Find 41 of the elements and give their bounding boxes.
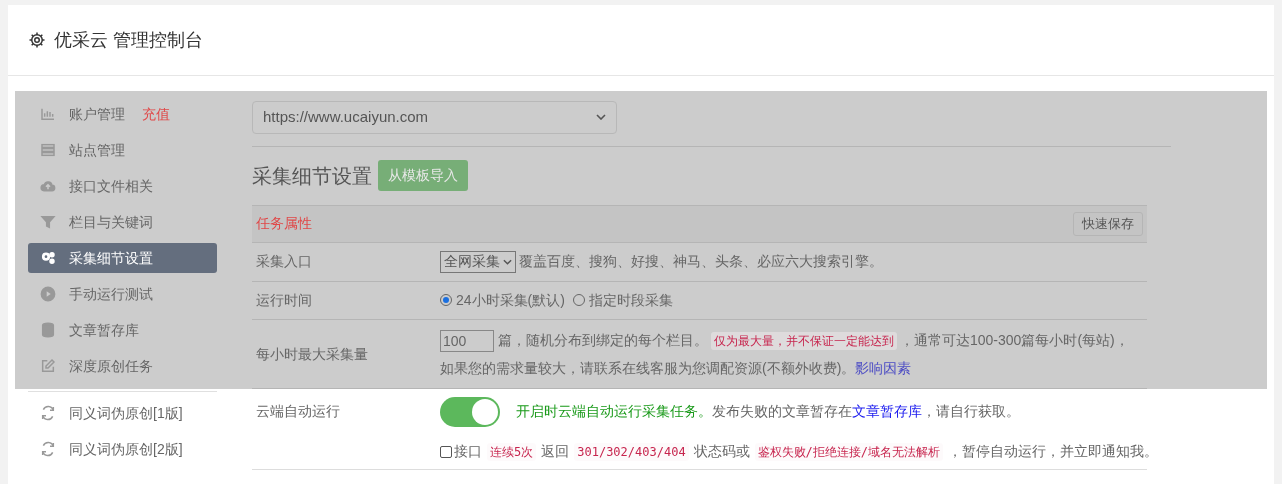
sidebar-item[interactable]: 同义词伪原创[1版] xyxy=(28,398,217,428)
toggle-description: 开启时云端自动运行采集任务。发布失败的文章暂存在文章暂存库，请自行获取。 xyxy=(516,402,1020,421)
code-tag: 仅为最大量，并不保证一定能达到 xyxy=(711,331,897,350)
field-label: 运行时间 xyxy=(255,290,313,310)
radio-label: 24小时采集(默认) xyxy=(456,290,565,310)
option-text: 接口 xyxy=(454,442,482,461)
field-note: 篇，随机分布到绑定的每个栏目。 xyxy=(498,331,708,350)
site-select[interactable]: https://www.ucaiyun.com xyxy=(252,101,617,134)
field-label: 云端自动运行 xyxy=(255,402,341,421)
sidebar-item[interactable]: 栏目与关键词 xyxy=(28,207,217,237)
section-title: 采集细节设置 xyxy=(252,163,372,189)
sidebar-item[interactable]: 接口文件相关 xyxy=(28,171,217,201)
sidebar-item[interactable]: 账户管理 充值 xyxy=(28,99,217,129)
sidebar-item[interactable]: 深度原创任务 xyxy=(28,351,217,381)
entry-select[interactable]: 全网采集 xyxy=(440,250,516,273)
option-text: ，暂停自动运行，并立即通知我。 xyxy=(948,442,1159,461)
sidebar-item[interactable]: 文章暂存库 xyxy=(28,315,217,345)
sidebar-item[interactable]: 手动运行测试 xyxy=(28,279,217,309)
sidebar-item[interactable]: 同义词伪原创[2版] xyxy=(28,434,217,464)
recharge-link[interactable]: 充值 xyxy=(142,103,170,125)
amount-input[interactable]: 100 xyxy=(440,329,494,352)
sidebar-item-label: 账户管理 xyxy=(69,104,125,124)
sidebar-item[interactable]: 采集细节设置 xyxy=(28,243,217,273)
radio-label: 指定时段采集 xyxy=(588,290,673,310)
field-label: 采集入口 xyxy=(255,252,313,272)
import-button[interactable]: 从模板导入 xyxy=(378,160,468,192)
panel-title[interactable]: 任务属性 xyxy=(256,213,312,235)
field-note: ，通常可达100-300篇每小时(每站)， xyxy=(900,331,1129,350)
code-tag: 301/302/403/404 xyxy=(574,442,689,461)
console-title: 优采云 管理控制台 xyxy=(54,28,203,52)
code-tag: 鉴权失败/拒绝连接/域名无法解析 xyxy=(754,442,944,461)
field-note: 覆盖百度、搜狗、好搜、神马、头条、必应六大搜索引擎。 xyxy=(519,252,883,272)
field-label: 每小时最大采集量 xyxy=(255,344,369,364)
option-text: 返回 xyxy=(541,442,570,461)
field-note: 如果您的需求量较大，请联系在线客服为您调配资源(不额外收费)。 xyxy=(440,358,856,378)
option-text: 状态码或 xyxy=(693,442,750,461)
quick-save-button[interactable]: 快速保存 xyxy=(1073,211,1143,236)
code-tag: 连续5次 xyxy=(487,442,537,461)
storage-link[interactable]: 文章暂存库 xyxy=(852,403,922,419)
factors-link[interactable]: 影响因素 xyxy=(855,357,912,379)
sidebar-item[interactable]: 站点管理 xyxy=(28,135,217,165)
